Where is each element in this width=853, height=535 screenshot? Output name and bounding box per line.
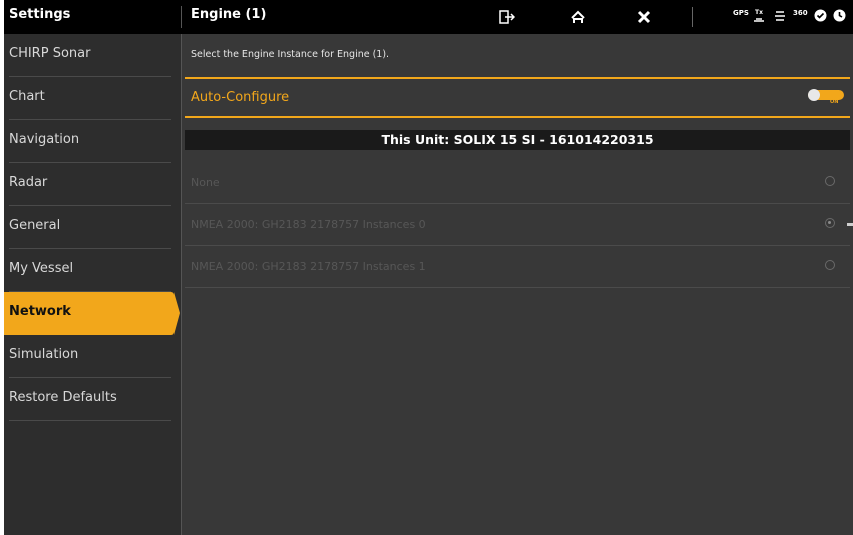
- selection-marker: [847, 223, 853, 226]
- sidebar-item-label: CHIRP Sonar: [9, 46, 91, 61]
- option-label: None: [191, 176, 220, 189]
- sidebar-item-label: Restore Defaults: [9, 390, 117, 405]
- toggle-knob: [808, 89, 820, 101]
- option-instance-0[interactable]: NMEA 2000: GH2183 2178757 Instances 0: [185, 204, 853, 246]
- unit-header: This Unit: SOLIX 15 SI - 161014220315: [185, 130, 850, 150]
- sidebar-item-radar[interactable]: Radar: [4, 163, 181, 206]
- option-label: NMEA 2000: GH2183 2178757 Instances 0: [191, 218, 426, 231]
- clock-status-icon: [833, 9, 846, 22]
- sidebar-item-restore-defaults[interactable]: Restore Defaults: [4, 378, 181, 421]
- sidebar-item-label: Chart: [9, 89, 45, 104]
- main-panel: Select the Engine Instance for Engine (1…: [182, 34, 853, 535]
- sidebar-item-chirp-sonar[interactable]: CHIRP Sonar: [4, 34, 181, 77]
- auto-configure-label: Auto-Configure: [191, 90, 290, 105]
- divider: [9, 420, 171, 421]
- option-none[interactable]: None: [185, 162, 850, 204]
- settings-sidebar: CHIRP Sonar Chart Navigation Radar Gener…: [4, 34, 181, 535]
- sidebar-item-simulation[interactable]: Simulation: [4, 335, 181, 378]
- divider: [185, 287, 850, 288]
- page-title: Engine (1): [191, 7, 267, 22]
- sidebar-item-my-vessel[interactable]: My Vessel: [4, 249, 181, 292]
- settings-title: Settings: [9, 7, 71, 22]
- top-bar: Settings Engine (1) GPS Tx 360: [4, 0, 853, 34]
- sidebar-item-label: Radar: [9, 175, 48, 190]
- sidebar-item-chart[interactable]: Chart: [4, 77, 181, 120]
- radio-button-selected[interactable]: [825, 218, 835, 228]
- option-label: NMEA 2000: GH2183 2178757 Instances 1: [191, 260, 426, 273]
- sidebar-item-label: My Vessel: [9, 261, 74, 276]
- radio-button[interactable]: [825, 260, 835, 270]
- status-divider: [692, 7, 693, 27]
- option-instance-1[interactable]: NMEA 2000: GH2183 2178757 Instances 1: [185, 246, 850, 288]
- sonar-status-icon: [774, 9, 786, 23]
- topbar-divider: [181, 6, 182, 28]
- gps-status-icon: GPS: [733, 9, 749, 17]
- sidebar-item-label: Navigation: [9, 132, 80, 147]
- auto-configure-toggle[interactable]: ON: [808, 88, 844, 105]
- home-icon[interactable]: [569, 8, 587, 26]
- toggle-state-label: ON: [830, 99, 839, 105]
- sidebar-item-network[interactable]: Network: [4, 292, 180, 335]
- sidebar-item-label: Simulation: [9, 347, 79, 362]
- exit-to-view-icon[interactable]: [498, 8, 516, 26]
- transducer-status-icon: Tx: [753, 9, 765, 22]
- close-icon[interactable]: [635, 8, 653, 26]
- check-status-icon: [814, 9, 827, 22]
- active-indicator: [174, 292, 180, 335]
- divider: [185, 77, 850, 79]
- mega-360-status-icon: 360: [793, 9, 808, 17]
- instruction-text: Select the Engine Instance for Engine (1…: [191, 49, 390, 60]
- sidebar-item-general[interactable]: General: [4, 206, 181, 249]
- sidebar-item-label: General: [9, 218, 61, 233]
- divider: [185, 116, 850, 118]
- sidebar-item-navigation[interactable]: Navigation: [4, 120, 181, 163]
- radio-button[interactable]: [825, 176, 835, 186]
- sidebar-item-label: Network: [9, 304, 71, 319]
- settings-screen: Settings Engine (1) GPS Tx 360 CHIRP Son…: [4, 0, 853, 535]
